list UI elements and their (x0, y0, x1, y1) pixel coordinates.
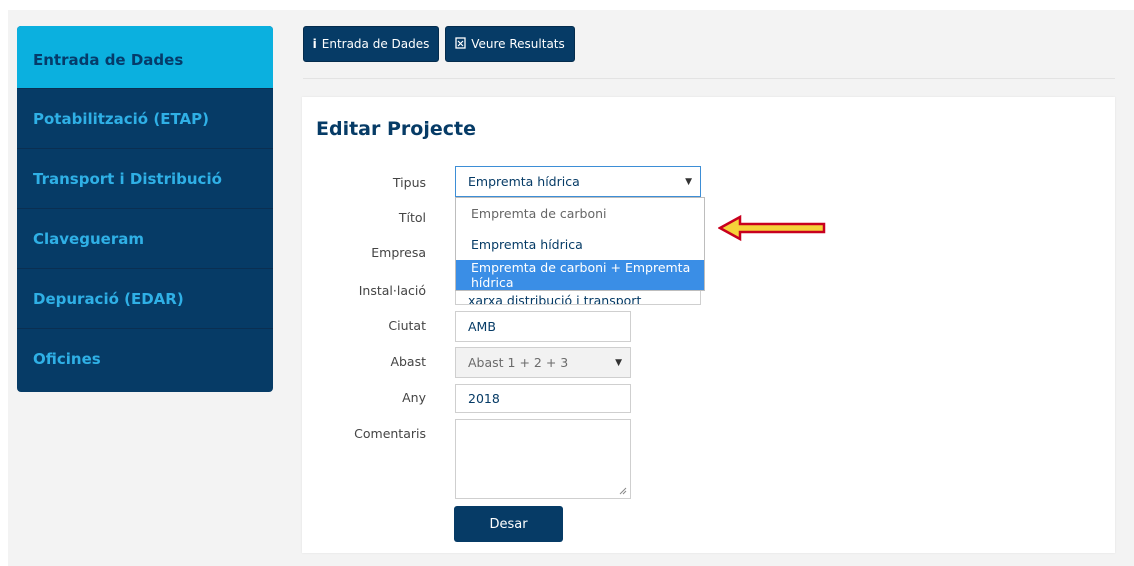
comentaris-label: Comentaris (354, 426, 426, 441)
installacio-label: Instal·lació (358, 283, 426, 298)
ciutat-label: Ciutat (388, 318, 426, 333)
sidebar-item-label: Depuració (EDAR) (33, 289, 184, 308)
any-value: 2018 (468, 391, 500, 406)
page-title: Editar Projecte (316, 118, 476, 140)
resize-handle-icon[interactable] (619, 487, 627, 495)
tipus-dropdown-list: Empremta de carboni Empremta hídrica Emp… (455, 197, 705, 291)
desar-button[interactable]: Desar (454, 506, 563, 542)
entrada-de-dades-label: Entrada de Dades (321, 37, 430, 51)
sidebar-item-oficines[interactable]: Oficines (17, 329, 273, 389)
chevron-down-icon: ▼ (685, 176, 692, 187)
chevron-down-icon: ▼ (615, 357, 622, 368)
sidebar-item-label: Transport i Distribució (33, 169, 222, 188)
sidebar-item-label: Oficines (33, 350, 101, 368)
sidebar: Entrada de Dades Potabilització (ETAP) T… (17, 26, 273, 392)
abast-label: Abast (390, 354, 426, 369)
entrada-de-dades-button[interactable]: i Entrada de Dades (303, 26, 439, 62)
sidebar-item-label: Entrada de Dades (33, 51, 184, 69)
tipus-selected-value: Empremta hídrica (468, 174, 580, 189)
sidebar-item-transport-distribucio[interactable]: Transport i Distribució (17, 149, 273, 209)
tipus-option-carboni-hidrica[interactable]: Empremta de carboni + Empremta hídrica (456, 260, 704, 290)
divider (303, 78, 1115, 79)
ciutat-value: AMB (468, 319, 496, 334)
arrow-left-icon (718, 214, 826, 242)
comentaris-textarea[interactable] (455, 419, 631, 499)
tipus-select[interactable]: Empremta hídrica ▼ (455, 166, 701, 197)
installacio-value: xarxa distribució i transport (468, 293, 642, 305)
veure-resultats-label: Veure Resultats (471, 37, 565, 51)
sidebar-item-label: Potabilització (ETAP) (33, 109, 209, 128)
tipus-option-carboni[interactable]: Empremta de carboni (456, 198, 704, 229)
empresa-label: Empresa (371, 245, 426, 260)
ciutat-input[interactable]: AMB (455, 311, 631, 342)
any-input[interactable]: 2018 (455, 384, 631, 413)
sidebar-item-label: Clavegueram (33, 229, 144, 248)
titol-label: Títol (398, 210, 426, 225)
sidebar-item-depuracio[interactable]: Depuració (EDAR) (17, 269, 273, 329)
sidebar-item-clavegueram[interactable]: Clavegueram (17, 209, 273, 269)
document-icon (455, 36, 466, 52)
info-icon: i (312, 37, 317, 51)
tipus-label: Tipus (392, 175, 426, 190)
abast-select[interactable]: Abast 1 + 2 + 3 ▼ (455, 347, 631, 378)
veure-resultats-button[interactable]: Veure Resultats (445, 26, 575, 62)
tipus-option-hidrica[interactable]: Empremta hídrica (456, 229, 704, 260)
any-label: Any (402, 390, 426, 405)
abast-selected-value: Abast 1 + 2 + 3 (468, 355, 569, 370)
sidebar-item-potabilitzacio[interactable]: Potabilització (ETAP) (17, 89, 273, 149)
sidebar-item-entrada-de-dades[interactable]: Entrada de Dades (17, 26, 273, 89)
desar-label: Desar (489, 516, 528, 532)
